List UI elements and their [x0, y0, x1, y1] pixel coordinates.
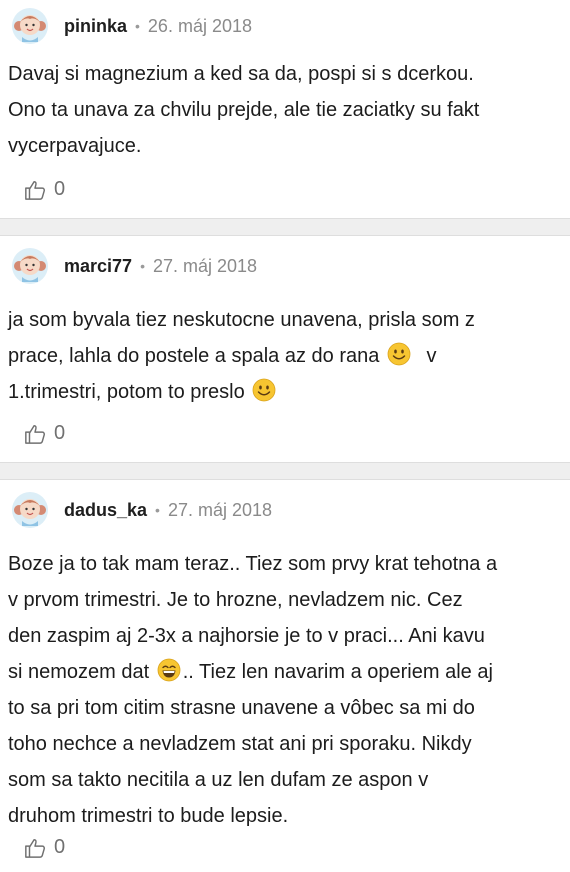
- like-count: 0: [54, 836, 66, 858]
- username[interactable]: dadus_ka: [64, 500, 147, 521]
- comment-line: Boze ja to tak mam teraz.. Tiez som prvy…: [8, 553, 498, 575]
- username[interactable]: marci77: [64, 256, 132, 277]
- grin-emoji-icon: [157, 658, 181, 682]
- comment-segment: .. Tiez len navarim a operiem ale aj: [182, 661, 493, 683]
- comment-text: Davaj si magnezium a ked sa da, pospi si…: [8, 56, 558, 164]
- meta-separator: •: [155, 502, 160, 518]
- comment-line: Ono ta unava za chvilu prejde, ale tie z…: [8, 99, 480, 121]
- like-button[interactable]: 0: [24, 836, 65, 859]
- comment-segment: prace, lahla do postele a spala az do ra…: [8, 345, 380, 367]
- thumbs-up-icon: [25, 838, 46, 858]
- comment-header: marci77 • 27. máj 2018: [12, 246, 257, 286]
- smile-emoji-icon: [252, 378, 276, 402]
- comment-date: 27. máj 2018: [152, 255, 258, 276]
- comment-date: 26. máj 2018: [147, 15, 252, 36]
- comment-divider: [0, 462, 570, 480]
- meta-separator: •: [135, 18, 140, 34]
- comment-text: Boze ja to tak mam teraz.. Tiez som prvy…: [8, 546, 558, 834]
- like-button[interactable]: 0: [24, 422, 65, 445]
- comment-line: druhom trimestri to bude lepsie.: [8, 805, 289, 827]
- comment-line: 1.trimestri, potom to preslo: [8, 374, 558, 410]
- comment-segment: si nemozem dat: [8, 661, 150, 683]
- like-button[interactable]: 0: [24, 178, 65, 201]
- comment-header: pininka • 26. máj 2018: [12, 6, 252, 46]
- comment-line: som sa takto necitila a uz len dufam ze …: [8, 769, 429, 791]
- comment-line: si nemozem dat .. Tiez len navarim a ope…: [8, 654, 558, 690]
- like-count: 0: [54, 422, 66, 444]
- comment-line: den zaspim aj 2-3x a najhorsie je to v p…: [8, 625, 485, 647]
- comment-line: vycerpavajuce.: [8, 135, 142, 157]
- meta-separator: •: [140, 258, 145, 274]
- thumbs-up-icon: [25, 180, 46, 200]
- girl-avatar-icon: [12, 248, 48, 284]
- comment-line: toho nechce a nevladzem stat ani pri spo…: [8, 733, 472, 755]
- smile-emoji-icon: [387, 342, 411, 366]
- comment-segment: v: [426, 345, 437, 367]
- username[interactable]: pininka: [64, 16, 127, 37]
- comment-line: v prvom trimestri. Je to hrozne, nevladz…: [8, 589, 463, 611]
- comment-line: prace, lahla do postele a spala az do ra…: [8, 338, 558, 374]
- like-count: 0: [54, 178, 66, 200]
- comment-line: to sa pri tom citim strasne unavene a vô…: [8, 697, 475, 719]
- comment-line: Davaj si magnezium a ked sa da, pospi si…: [8, 63, 474, 85]
- avatar[interactable]: [12, 246, 48, 286]
- comment-date: 27. máj 2018: [167, 499, 273, 520]
- comment-card: dadus_ka • 27. máj 2018 Boze ja to tak m…: [0, 480, 570, 872]
- comment-segment: 1.trimestri, potom to preslo: [8, 381, 245, 403]
- girl-avatar-icon: [12, 8, 48, 44]
- girl-avatar-icon: [12, 492, 48, 528]
- comment-card: pininka • 26. máj 2018 Davaj si magneziu…: [0, 0, 570, 218]
- comment-line: ja som byvala tiez neskutocne unavena, p…: [8, 309, 475, 331]
- comment-divider: [0, 218, 570, 236]
- avatar[interactable]: [12, 6, 48, 46]
- comment-card: marci77 • 27. máj 2018 ja som byvala tie…: [0, 236, 570, 462]
- thumbs-up-icon: [25, 424, 46, 444]
- comment-text: ja som byvala tiez neskutocne unavena, p…: [8, 302, 558, 410]
- comment-header: dadus_ka • 27. máj 2018: [12, 490, 272, 530]
- avatar[interactable]: [12, 490, 48, 530]
